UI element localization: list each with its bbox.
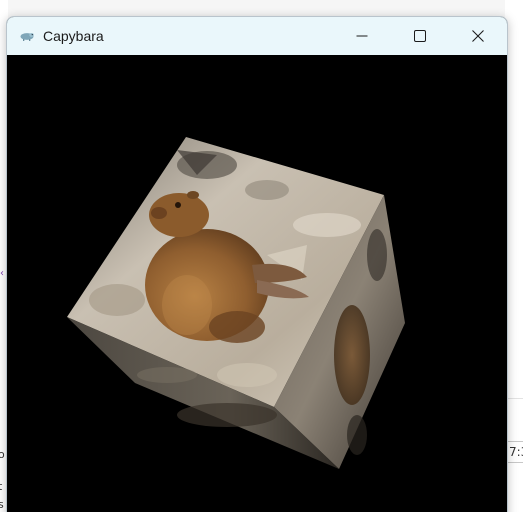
render-canvas[interactable] [7,55,507,512]
background-accent-mark: ‹ [0,268,4,279]
capybara-window[interactable]: Capybara [6,16,508,512]
textured-cube [67,137,405,469]
maximize-icon [414,30,426,42]
maximize-button[interactable] [391,17,449,55]
minimize-button[interactable] [333,17,391,55]
window-controls [333,17,507,55]
window-title: Capybara [43,28,104,44]
minimize-icon [356,35,368,37]
close-button[interactable] [449,17,507,55]
close-icon [472,30,484,42]
capybara-app-icon [18,27,36,45]
title-bar[interactable]: Capybara [7,17,507,55]
